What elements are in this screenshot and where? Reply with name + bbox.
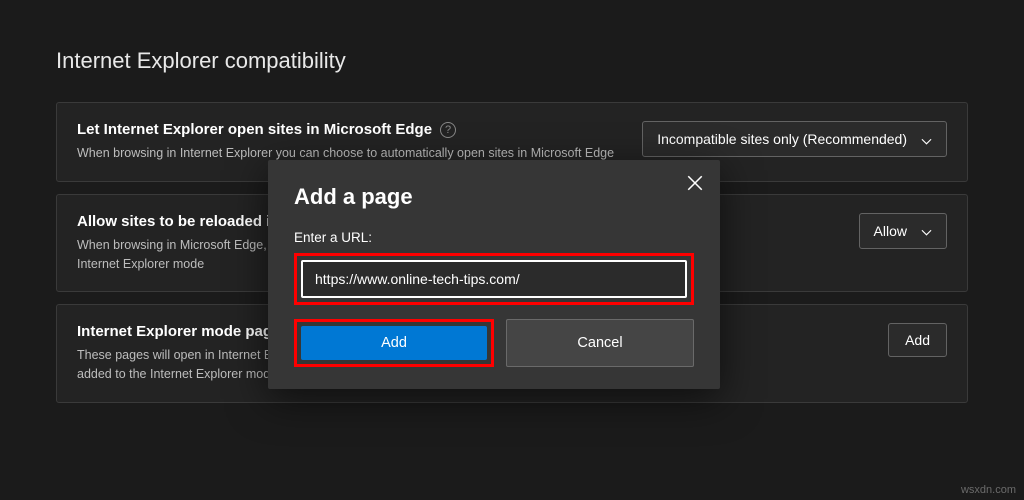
- dropdown-value: Incompatible sites only (Recommended): [657, 131, 907, 147]
- allow-reload-dropdown[interactable]: Allow: [859, 213, 947, 249]
- add-page-modal: Add a page Enter a URL: Add Cancel: [268, 160, 720, 389]
- watermark: wsxdn.com: [961, 484, 1016, 496]
- modal-cancel-button[interactable]: Cancel: [506, 319, 694, 367]
- url-input[interactable]: [301, 260, 687, 298]
- setting-title-text: Internet Explorer mode pages: [77, 323, 289, 340]
- modal-url-label: Enter a URL:: [294, 230, 694, 245]
- setting-title: Let Internet Explorer open sites in Micr…: [77, 121, 622, 138]
- add-button-highlight: Add: [294, 319, 494, 367]
- open-sites-dropdown[interactable]: Incompatible sites only (Recommended): [642, 121, 947, 157]
- help-icon[interactable]: ?: [440, 122, 456, 138]
- setting-title-text: Let Internet Explorer open sites in Micr…: [77, 121, 432, 138]
- chevron-down-icon: [921, 134, 932, 145]
- add-page-button[interactable]: Add: [888, 323, 947, 357]
- input-highlight: [294, 253, 694, 305]
- page-title: Internet Explorer compatibility: [56, 48, 968, 74]
- close-icon[interactable]: [686, 174, 704, 192]
- modal-add-button[interactable]: Add: [301, 326, 487, 360]
- dropdown-value: Allow: [874, 223, 907, 239]
- modal-title: Add a page: [294, 184, 694, 210]
- chevron-down-icon: [921, 225, 932, 236]
